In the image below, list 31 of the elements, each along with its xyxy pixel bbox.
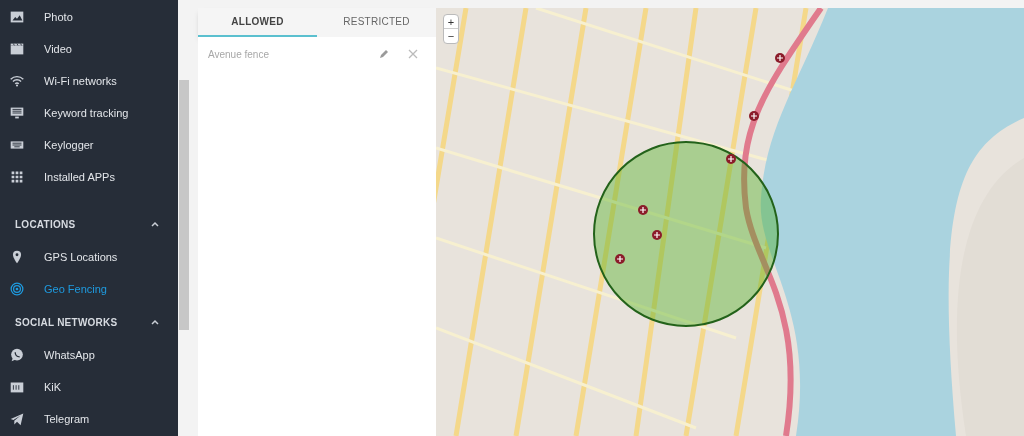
sidebar-item[interactable]: Keylogger xyxy=(0,129,178,161)
zoom-out-button[interactable]: − xyxy=(444,29,458,43)
sidebar-item[interactable]: Keyword tracking xyxy=(0,97,178,129)
tab[interactable]: RESTRICTED xyxy=(317,8,436,37)
sidebar-item[interactable]: KiK xyxy=(0,371,178,403)
marker-icon[interactable] xyxy=(652,230,662,240)
zoom-in-button[interactable]: + xyxy=(444,15,458,29)
chevron-up-icon[interactable] xyxy=(150,219,160,229)
sidebar-item[interactable]: Photo xyxy=(0,1,178,33)
marker-icon[interactable] xyxy=(726,154,736,164)
geofence-circle[interactable] xyxy=(593,141,779,327)
target-icon xyxy=(8,280,26,298)
marker-icon[interactable] xyxy=(615,254,625,264)
scrollbar-thumb[interactable] xyxy=(179,80,189,330)
marker-icon[interactable] xyxy=(749,111,759,121)
sidebar-item[interactable]: GPS Locations xyxy=(0,241,178,273)
sidebar-item[interactable]: Installed APPs xyxy=(0,161,178,193)
edit-icon[interactable] xyxy=(378,48,390,60)
sidebar-item[interactable]: Wi-Fi networks xyxy=(0,65,178,97)
sidebar-item[interactable]: Telegram xyxy=(0,403,178,435)
section-heading: SOCIAL NETWORKS xyxy=(15,315,118,330)
fence-name: Avenue fence xyxy=(208,47,270,62)
sidebar-item[interactable]: WhatsApp xyxy=(0,339,178,371)
chevron-up-icon[interactable] xyxy=(150,317,160,327)
section-heading: LOCATIONS xyxy=(15,217,76,232)
marker-icon[interactable] xyxy=(775,53,785,63)
marker-icon[interactable] xyxy=(638,205,648,215)
map[interactable]: + − xyxy=(436,8,1024,436)
chat-bubble-icon xyxy=(8,346,26,364)
sidebar-item[interactable]: Video xyxy=(0,33,178,65)
sidebar-item[interactable]: Geo Fencing xyxy=(0,273,178,305)
